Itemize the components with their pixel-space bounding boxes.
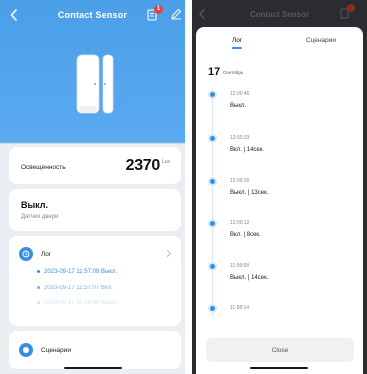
timeline-time: 11:59:58 (230, 263, 250, 269)
door-state-value: Выкл. (21, 200, 49, 210)
active-tab-indicator (232, 47, 242, 49)
timeline-dot (208, 219, 217, 228)
chevron-right-icon[interactable] (166, 249, 172, 258)
log-sheet-screen: Contact Sensor Лог Сценарии 17 Сентябрь … (192, 0, 367, 374)
log-label: Лог (41, 251, 52, 258)
timeline-text: Выкл. | 14сек. (230, 275, 269, 281)
notification-badge (347, 4, 355, 12)
illuminance-unit: Lux (161, 159, 170, 165)
timeline-line (212, 87, 213, 317)
close-button[interactable]: Close (206, 338, 354, 362)
scenario-icon (19, 343, 33, 357)
date-day: 17 (208, 66, 221, 78)
home-indicator (64, 367, 122, 369)
timeline-dot (208, 90, 217, 99)
timeline-time: 12:00:12 (230, 220, 250, 226)
contact-sensor-illustration (76, 54, 114, 114)
timeline-text: Выкл. | 13сек. (230, 190, 269, 196)
tab-scenarios[interactable]: Сценарии (306, 37, 336, 44)
tab-log[interactable]: Лог (232, 37, 242, 44)
scenarios-label: Сценарии (41, 347, 72, 354)
timeline-time: 12:00:20 (230, 178, 250, 184)
timeline-dot (208, 262, 217, 271)
illuminance-label: Освещенность (21, 164, 66, 171)
timeline-time: 12:00:33 (230, 135, 250, 141)
clock-icon (19, 247, 33, 261)
log-entry: 2023-09-17 11:57:09 Выкл. (37, 269, 117, 275)
device-screen: Contact Sensor 1 Освещенность 2370 Lux В… (0, 0, 185, 374)
timeline-dot (208, 304, 217, 313)
edit-pencil-icon[interactable] (170, 8, 182, 20)
door-state-subtitle: Датчик двери (21, 214, 59, 220)
notification-badge: 1 (154, 5, 163, 14)
timeline-text: Вкл. | 8сек. (230, 232, 261, 238)
timeline-dot (208, 177, 217, 186)
illuminance-card: Освещенность 2370 Lux (9, 147, 181, 184)
log-entry: 2023-09-17 11:57:07 Вкл. (37, 285, 113, 291)
door-state-card: Выкл. Датчик двери (9, 189, 181, 231)
home-indicator (250, 367, 308, 369)
scenarios-card[interactable]: Сценарии (9, 331, 181, 369)
date-month: Сентябрь (223, 70, 244, 75)
log-entry: 2023-09-17 11:56:50 Выкл. (37, 300, 117, 306)
timeline-time: 12:00:46 (230, 91, 250, 97)
timeline-text: Выкл. (230, 103, 247, 109)
log-bottom-sheet: Лог Сценарии 17 Сентябрь 12:00:46 Выкл. … (196, 27, 363, 374)
page-title: Contact Sensor (57, 10, 128, 20)
illuminance-value: 2370 (125, 157, 161, 174)
timeline-text: Вкл. | 14сек. (230, 147, 265, 153)
dimmed-top-bar: Contact Sensor (192, 0, 367, 26)
timeline-dot (208, 134, 217, 143)
log-card[interactable]: Лог 2023-09-17 11:57:09 Выкл. 2023-09-17… (9, 236, 181, 326)
top-bar: Contact Sensor 1 (0, 0, 185, 30)
back-chevron-icon[interactable] (9, 8, 19, 22)
timeline-time: 11:58:14 (230, 305, 250, 311)
